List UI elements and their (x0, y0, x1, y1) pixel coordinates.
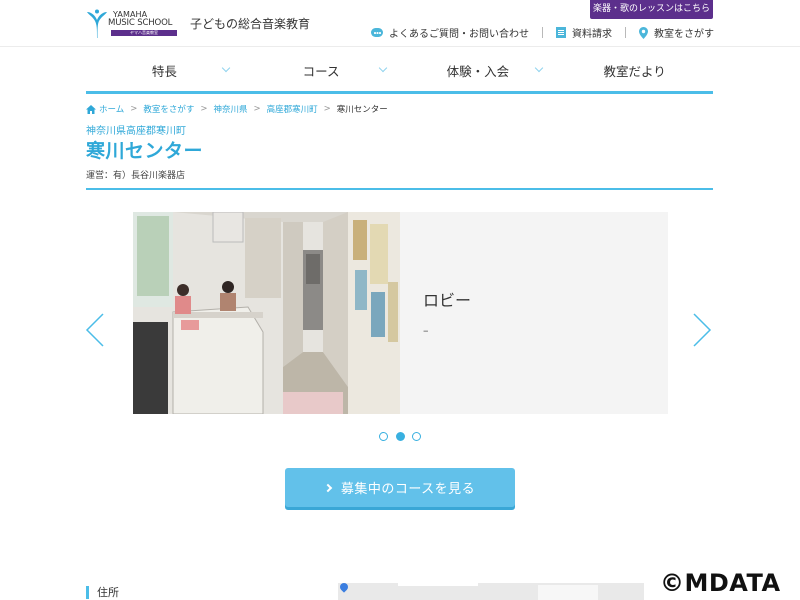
utility-links: よくあるご質問・お問い合わせ 資料請求 教室をさがす (371, 25, 714, 40)
breadcrumb: ホーム > 教室をさがす > 神奈川県 > 高座郡寒川町 > 寒川センター (86, 103, 388, 115)
chevron-left-icon (85, 313, 104, 347)
home-icon (86, 104, 96, 114)
chat-icon (371, 28, 383, 37)
breadcrumb-town[interactable]: 高座郡寒川町 (267, 103, 318, 115)
chevron-right-icon (693, 313, 712, 347)
logo-mark-icon (87, 9, 107, 38)
breadcrumb-prefecture[interactable]: 神奈川県 (214, 103, 248, 115)
slider-dot-active[interactable] (395, 432, 405, 441)
photo-slider: ロビー – (133, 212, 668, 414)
location-label: 神奈川県高座郡寒川町 (86, 126, 186, 137)
chevron-down-icon (535, 63, 544, 73)
cta-label: 募集中のコースを見る (340, 482, 476, 497)
chevron-right-icon (323, 483, 333, 492)
yamaha-music-school-logo[interactable]: YAMAHA MUSIC SCHOOL ヤマハ音楽教室 (86, 9, 178, 39)
nav-label: 教室だより (603, 64, 666, 79)
lesson-link-button[interactable]: 楽器・歌のレッスンはこちら (590, 0, 713, 19)
nav-label: 体験・入会 (446, 64, 510, 79)
logo-band: ヤマハ音楽教室 (111, 30, 177, 36)
breadcrumb-separator: > (200, 104, 208, 114)
site-header: YAMAHA MUSIC SCHOOL ヤマハ音楽教室 子どもの総合音楽教育 楽… (0, 0, 800, 47)
divider (542, 27, 543, 38)
breadcrumb-separator: > (323, 104, 331, 114)
title-divider (86, 188, 713, 190)
chevron-down-icon (221, 63, 230, 73)
request-materials-label: 資料請求 (572, 29, 612, 40)
breadcrumb-home[interactable]: ホーム (86, 103, 124, 115)
lobby-photo (133, 212, 400, 414)
faq-contact-link[interactable]: よくあるご質問・お問い合わせ (371, 25, 529, 40)
tagline: 子どもの総合音楽教育 (190, 17, 311, 31)
find-school-link[interactable]: 教室をさがす (639, 25, 714, 40)
divider (625, 27, 626, 38)
breadcrumb-find-school[interactable]: 教室をさがす (143, 103, 194, 115)
breadcrumb-label: ホーム (99, 105, 125, 115)
heading-accent-bar (86, 585, 89, 599)
breadcrumb-separator: > (130, 104, 138, 114)
nav-label: 特長 (151, 64, 177, 79)
document-icon (556, 27, 566, 38)
watermark: ©MDATA (660, 569, 781, 597)
slide-subcaption: – (423, 324, 429, 337)
chevron-down-icon (378, 63, 387, 73)
operator-label: 運営：有）長谷川楽器店 (86, 171, 186, 181)
map-area (538, 585, 598, 600)
nav-item-newsletter[interactable]: 教室だより (556, 50, 713, 91)
map-marker-icon (338, 583, 350, 593)
slider-next-button[interactable] (690, 312, 714, 348)
nav-item-trial-enroll[interactable]: 体験・入会 (400, 50, 557, 91)
address-heading-label: 住所 (97, 586, 119, 599)
slide-caption: ロビー (423, 291, 472, 310)
slider-dot[interactable] (412, 432, 421, 441)
slider-prev-button[interactable] (83, 312, 107, 348)
page-title: 寒川センター (86, 140, 204, 162)
slider-dot[interactable] (379, 432, 388, 441)
nav-item-features[interactable]: 特長 (86, 50, 243, 91)
map-pin-icon (639, 26, 648, 39)
page: YAMAHA MUSIC SCHOOL ヤマハ音楽教室 子どもの総合音楽教育 楽… (0, 0, 800, 600)
map-road (398, 583, 478, 586)
address-heading: 住所 (86, 584, 119, 600)
faq-contact-label: よくあるご質問・お問い合わせ (389, 29, 529, 40)
slider-pagination (379, 432, 429, 441)
recruiting-courses-button[interactable]: 募集中のコースを見る (285, 468, 515, 507)
global-nav: 特長 コース 体験・入会 教室だより (86, 50, 713, 94)
breadcrumb-current: 寒川センター (336, 105, 388, 115)
logo-text-line2: MUSIC SCHOOL (108, 18, 173, 28)
nav-label: コース (302, 64, 340, 79)
nav-item-courses[interactable]: コース (243, 50, 400, 91)
breadcrumb-separator: > (253, 104, 261, 114)
find-school-label: 教室をさがす (654, 29, 714, 40)
request-materials-link[interactable]: 資料請求 (556, 25, 612, 40)
map-embed[interactable] (338, 583, 644, 600)
